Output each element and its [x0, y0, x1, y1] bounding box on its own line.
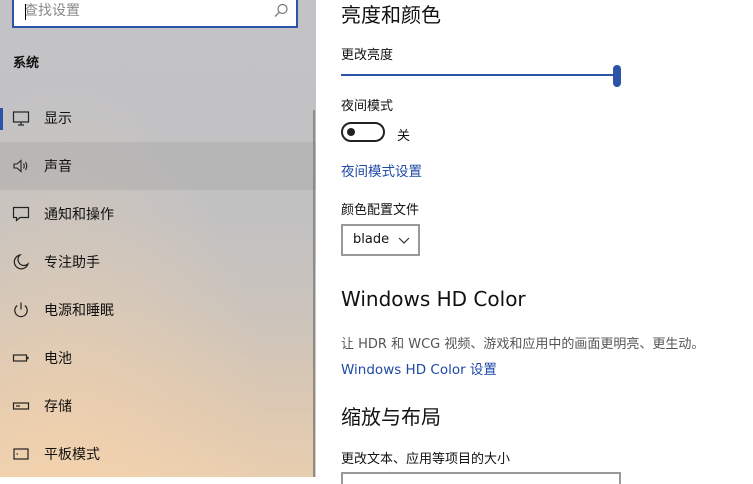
- sidebar-item-sound[interactable]: 声音: [0, 142, 316, 190]
- speaker-icon: [13, 159, 28, 173]
- settings-sidebar: 系统 显示 声音 通知和操作 专注助手: [0, 0, 316, 477]
- sidebar-item-label: 存储: [44, 399, 72, 415]
- brightness-slider-track[interactable]: [341, 74, 615, 76]
- text-size-label: 更改文本、应用等项目的大小: [341, 452, 511, 467]
- battery-icon: [12, 354, 29, 362]
- section-title: 系统: [13, 56, 40, 71]
- change-brightness-label: 更改亮度: [341, 48, 394, 63]
- color-profile-label: 颜色配置文件: [341, 203, 420, 218]
- sidebar-item-tablet-mode[interactable]: 平板模式: [0, 430, 316, 477]
- night-light-label: 夜间模式: [341, 99, 394, 114]
- moon-icon: [13, 253, 30, 270]
- sidebar-item-label: 通知和操作: [44, 207, 114, 223]
- sidebar-item-label: 电池: [44, 351, 72, 367]
- text-size-dropdown[interactable]: [341, 472, 621, 484]
- scale-layout-title: 缩放与布局: [341, 405, 441, 429]
- search-box[interactable]: [12, 0, 298, 28]
- sidebar-item-battery[interactable]: 电池: [0, 334, 316, 382]
- search-icon[interactable]: [272, 2, 290, 20]
- tablet-icon: [13, 448, 29, 460]
- sidebar-item-label: 声音: [44, 159, 72, 175]
- sidebar-item-storage[interactable]: 存储: [0, 382, 316, 430]
- hd-color-settings-link[interactable]: Windows HD Color 设置: [341, 358, 497, 378]
- sidebar-item-label: 专注助手: [44, 255, 100, 271]
- night-light-settings-link[interactable]: 夜间模式设置: [341, 160, 422, 180]
- sidebar-item-notifications[interactable]: 通知和操作: [0, 190, 316, 238]
- sidebar-item-power-sleep[interactable]: 电源和睡眠: [0, 286, 316, 334]
- monitor-icon: [12, 111, 30, 126]
- toggle-knob: [347, 128, 355, 136]
- sidebar-item-label: 平板模式: [44, 447, 100, 463]
- chevron-down-icon: [398, 237, 410, 244]
- sidebar-item-label: 电源和睡眠: [44, 303, 114, 319]
- notification-icon: [12, 206, 30, 222]
- search-input[interactable]: [24, 0, 264, 26]
- sidebar-item-focus-assist[interactable]: 专注助手: [0, 238, 316, 286]
- night-light-state: 关: [397, 129, 411, 144]
- dropdown-value: blade: [353, 232, 390, 247]
- night-light-toggle[interactable]: [341, 122, 385, 142]
- text-caret: [25, 4, 26, 20]
- hd-color-description: 让 HDR 和 WCG 视频、游戏和应用中的画面更明亮、更生动。: [341, 337, 705, 352]
- storage-icon: [12, 402, 30, 410]
- brightness-title: 亮度和颜色: [341, 3, 441, 27]
- brightness-slider-thumb[interactable]: [613, 65, 621, 87]
- sidebar-item-display[interactable]: 显示: [0, 94, 316, 142]
- power-icon: [14, 302, 28, 318]
- hd-color-title: Windows HD Color: [341, 287, 526, 311]
- sidebar-item-label: 显示: [44, 111, 72, 127]
- sidebar-scrollbar[interactable]: [313, 110, 315, 477]
- color-profile-dropdown[interactable]: blade: [341, 224, 420, 256]
- main-content: 亮度和颜色 更改亮度 夜间模式 关 夜间模式设置 颜色配置文件 blade Wi…: [316, 0, 753, 484]
